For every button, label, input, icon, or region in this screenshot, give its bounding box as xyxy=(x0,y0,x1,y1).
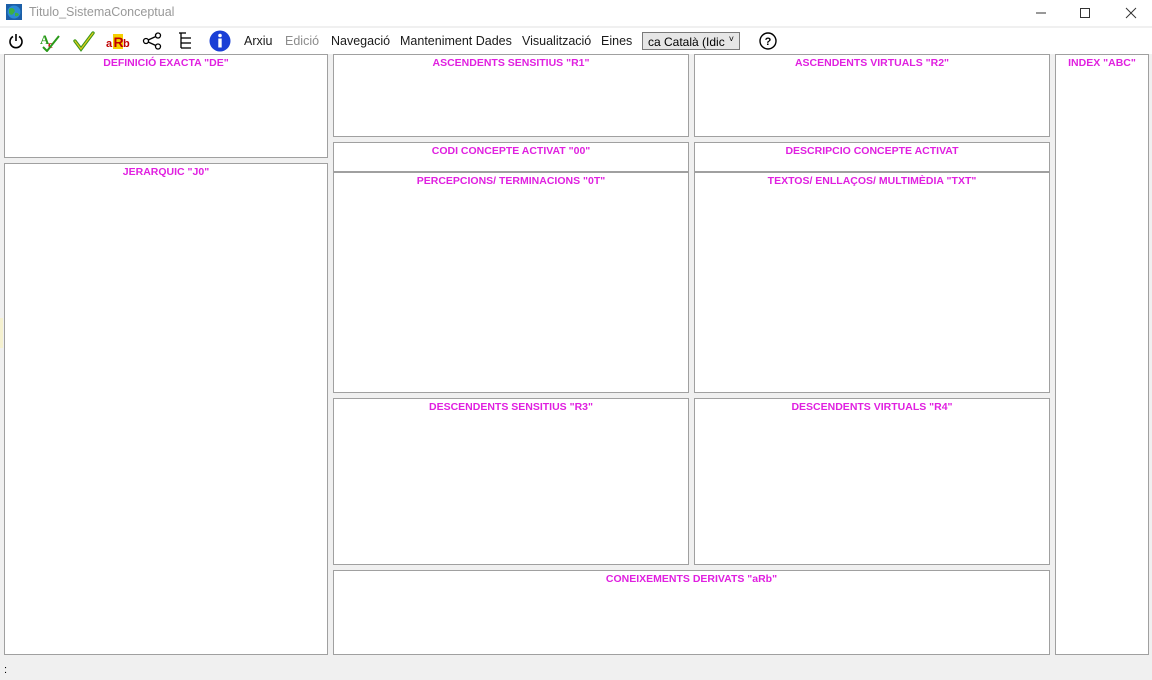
window-edge-marker xyxy=(0,318,3,348)
panel-coneixements-derivats[interactable]: CONEIXEMENTS DERIVATS "aRb" xyxy=(333,570,1050,655)
app-globe-icon xyxy=(6,4,22,20)
panel-ascendents-sensitius[interactable]: ASCENDENTS SENSITIUS "R1" xyxy=(333,54,689,137)
minimize-icon xyxy=(1036,12,1046,14)
svg-text:b: b xyxy=(123,38,130,50)
panel-title-txt: TEXTOS/ ENLLAÇOS/ MULTIMÈDIA "TXT" xyxy=(767,175,977,187)
menu-arxiu[interactable]: Arxiu xyxy=(244,34,272,48)
panel-descendents-sensitius[interactable]: DESCENDENTS SENSITIUS "R3" xyxy=(333,398,689,565)
checkmark-icon xyxy=(73,31,95,52)
panel-title-00: CODI CONCEPTE ACTIVAT "00" xyxy=(431,145,591,157)
panel-title-0t: PERCEPCIONS/ TERMINACIONS "0T" xyxy=(416,175,606,187)
language-select-value: ca Català (Idic xyxy=(648,35,725,49)
panel-title-r1: ASCENDENTS SENSITIUS "R1" xyxy=(432,57,590,69)
panel-title-j0: JERARQUIC "J0" xyxy=(122,166,210,178)
help-icon: ? xyxy=(759,32,777,50)
arb-icon: a R b xyxy=(106,34,130,50)
close-icon xyxy=(1125,7,1137,19)
panel-title-descripcio: DESCRIPCIO CONCEPTE ACTIVAT xyxy=(785,145,959,157)
svg-text:?: ? xyxy=(765,36,772,48)
menu-manteniment-dades[interactable]: Manteniment Dades xyxy=(400,34,512,48)
panel-definicio-exacta[interactable]: DEFINICIÓ EXACTA "DE" xyxy=(4,54,328,158)
maximize-icon xyxy=(1080,8,1090,18)
info-icon xyxy=(209,30,231,52)
panel-index[interactable]: INDEX "ABC" xyxy=(1055,54,1149,655)
status-bar: : xyxy=(0,658,1152,680)
info-button[interactable] xyxy=(208,30,232,52)
panel-textos[interactable]: TEXTOS/ ENLLAÇOS/ MULTIMÈDIA "TXT" xyxy=(694,172,1050,393)
menu-edicio[interactable]: Edició xyxy=(285,34,319,48)
tree-button[interactable] xyxy=(174,30,198,52)
panel-title-r3: DESCENDENTS SENSITIUS "R3" xyxy=(429,401,593,413)
svg-text:a: a xyxy=(106,38,113,50)
panel-codi-concepte[interactable]: CODI CONCEPTE ACTIVAT "00" xyxy=(333,142,689,172)
power-icon xyxy=(9,34,23,49)
panel-title-arb: CONEIXEMENTS DERIVATS "aRb" xyxy=(605,573,778,585)
checkmark-button[interactable] xyxy=(72,30,96,52)
panel-title-de: DEFINICIÓ EXACTA "DE" xyxy=(103,57,229,69)
window-title: Titulo_SistemaConceptual xyxy=(29,5,175,19)
status-text: : xyxy=(4,664,8,676)
panel-title-abc: INDEX "ABC" xyxy=(1068,57,1136,69)
maximize-button[interactable] xyxy=(1062,0,1108,26)
arb-button[interactable]: a R b xyxy=(106,30,130,52)
panel-ascendents-virtuals[interactable]: ASCENDENTS VIRTUALS "R2" xyxy=(694,54,1050,137)
language-select[interactable]: ca Català (Idic ˅ xyxy=(642,32,740,50)
help-button[interactable]: ? xyxy=(756,30,780,52)
menu-navegacio[interactable]: Navegació xyxy=(331,34,390,48)
spellcheck-button[interactable]: A c xyxy=(38,30,62,52)
chevron-down-icon: ˅ xyxy=(728,34,734,44)
panel-title-r2: ASCENDENTS VIRTUALS "R2" xyxy=(794,57,950,69)
minimize-button[interactable] xyxy=(1018,0,1064,26)
spellcheck-icon: A c xyxy=(40,32,60,52)
panel-title-r4: DESCENDENTS VIRTUALS "R4" xyxy=(791,401,953,413)
share-icon xyxy=(142,32,162,50)
tree-icon xyxy=(179,32,191,49)
panel-descripcio-concepte[interactable]: DESCRIPCIO CONCEPTE ACTIVAT xyxy=(694,142,1050,172)
panel-descendents-virtuals[interactable]: DESCENDENTS VIRTUALS "R4" xyxy=(694,398,1050,565)
power-button[interactable] xyxy=(4,30,28,52)
menu-visualitzacio[interactable]: Visualització xyxy=(522,34,591,48)
close-button[interactable] xyxy=(1108,0,1152,26)
panel-jerarquic[interactable]: JERARQUIC "J0" xyxy=(4,163,328,655)
menu-eines[interactable]: Eines xyxy=(601,34,632,48)
panel-percepcions[interactable]: PERCEPCIONS/ TERMINACIONS "0T" xyxy=(333,172,689,393)
menu-bar: A c a R b Arxiu Edició Navegació Manteni… xyxy=(0,28,1152,54)
app-window: Titulo_SistemaConceptual A c a R b Arxiu… xyxy=(0,0,1152,680)
share-button[interactable] xyxy=(140,30,164,52)
title-bar[interactable]: Titulo_SistemaConceptual xyxy=(0,0,1152,26)
